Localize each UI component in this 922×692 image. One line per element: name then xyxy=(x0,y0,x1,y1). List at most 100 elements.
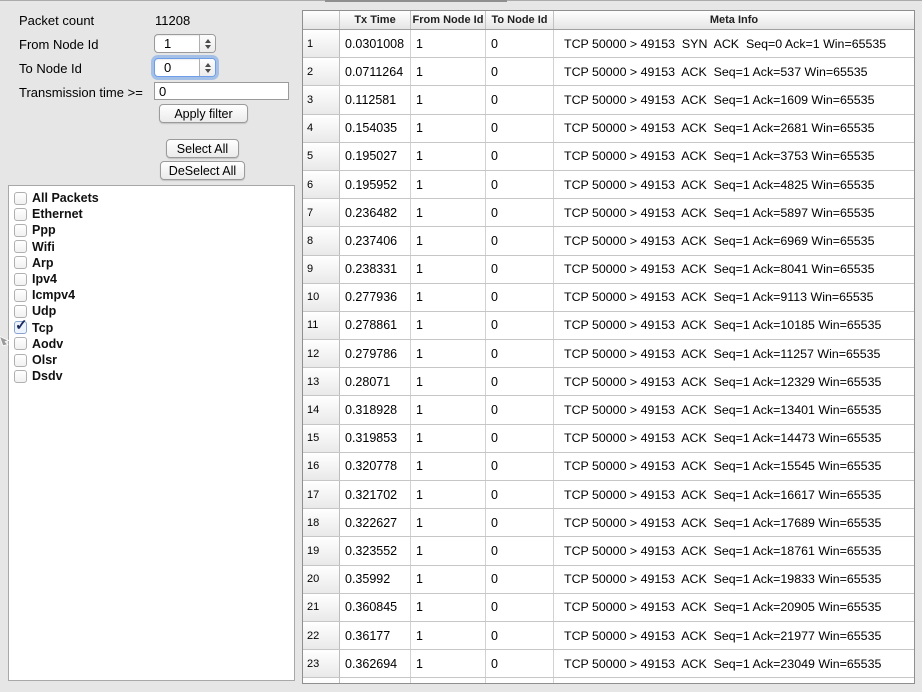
apply-filter-button[interactable]: Apply filter xyxy=(159,104,248,123)
checkbox-unchecked-icon[interactable]: ✓ xyxy=(14,208,27,221)
header-tx-time[interactable]: Tx Time xyxy=(340,11,411,29)
table-row[interactable]: 220.3617710TCP 50000 > 49153 ACK Seq=1 A… xyxy=(303,622,914,650)
filter-item-aodv[interactable]: ✓Aodv xyxy=(14,336,63,352)
meta-info-cell xyxy=(554,678,914,684)
table-row[interactable]: 100.27793610TCP 50000 > 49153 ACK Seq=1 … xyxy=(303,284,914,312)
tx-time-cell: 0.360845 xyxy=(340,594,411,621)
header-meta-info[interactable]: Meta Info xyxy=(554,11,914,29)
row-number-cell: 16 xyxy=(303,453,340,480)
filter-item-ppp[interactable]: ✓ Ppp xyxy=(14,222,56,238)
table-row[interactable]: 170.32170210TCP 50000 > 49153 ACK Seq=1 … xyxy=(303,481,914,509)
to-node-cell xyxy=(486,678,554,684)
checkbox-unchecked-icon[interactable]: ✓ xyxy=(14,337,27,350)
table-row[interactable]: 70.23648210TCP 50000 > 49153 ACK Seq=1 A… xyxy=(303,199,914,227)
checkbox-unchecked-icon[interactable]: ✓ xyxy=(14,273,27,286)
table-row[interactable]: 160.32077810TCP 50000 > 49153 ACK Seq=1 … xyxy=(303,453,914,481)
tx-time-cell: 0.238331 xyxy=(340,256,411,283)
table-row[interactable]: 10.030100810TCP 50000 > 49153 SYN ACK Se… xyxy=(303,30,914,58)
checkbox-unchecked-icon[interactable]: ✓ xyxy=(14,354,27,367)
checkbox-unchecked-icon[interactable]: ✓ xyxy=(14,192,27,205)
header-to-node[interactable]: To Node Id xyxy=(486,11,554,29)
to-node-cell: 0 xyxy=(486,368,554,395)
meta-info-cell: TCP 50000 > 49153 ACK Seq=1 Ack=17689 Wi… xyxy=(554,509,914,536)
to-node-cell: 0 xyxy=(486,537,554,564)
checkbox-unchecked-icon[interactable]: ✓ xyxy=(14,370,27,383)
filter-item-ipv4[interactable]: ✓Ipv4 xyxy=(14,271,57,287)
filter-item-label: Ppp xyxy=(32,223,56,237)
stepper-arrows-icon[interactable] xyxy=(199,35,215,52)
from-node-spinner[interactable]: 1 xyxy=(154,34,216,53)
table-row-partial[interactable] xyxy=(303,678,914,684)
table-row[interactable]: 130.2807110TCP 50000 > 49153 ACK Seq=1 A… xyxy=(303,368,914,396)
table-row[interactable]: 50.19502710TCP 50000 > 49153 ACK Seq=1 A… xyxy=(303,143,914,171)
from-node-cell: 1 xyxy=(411,481,486,508)
to-node-spinner[interactable]: 0 xyxy=(154,58,216,77)
from-node-cell: 1 xyxy=(411,537,486,564)
tx-time-cell: 0.237406 xyxy=(340,227,411,254)
filter-item-tcp[interactable]: ✓Tcp xyxy=(14,320,53,336)
filter-item-all-packets[interactable]: ✓All Packets xyxy=(14,190,99,206)
table-row[interactable]: 20.071126410TCP 50000 > 49153 ACK Seq=1 … xyxy=(303,58,914,86)
packet-count-value: 11208 xyxy=(155,13,190,28)
to-node-cell: 0 xyxy=(486,453,554,480)
header-row-number[interactable] xyxy=(303,11,340,29)
meta-info-cell: TCP 50000 > 49153 ACK Seq=1 Ack=10185 Wi… xyxy=(554,312,914,339)
filter-panel: Packet count 11208 From Node Id 1 To Nod… xyxy=(0,0,296,692)
to-node-cell: 0 xyxy=(486,594,554,621)
deselect-all-button[interactable]: DeSelect All xyxy=(160,161,245,180)
table-row[interactable]: 210.36084510TCP 50000 > 49153 ACK Seq=1 … xyxy=(303,594,914,622)
checkbox-unchecked-icon[interactable]: ✓ xyxy=(14,256,27,269)
tx-time-input[interactable] xyxy=(154,82,289,100)
to-node-cell: 0 xyxy=(486,340,554,367)
row-number-cell: 18 xyxy=(303,509,340,536)
table-row[interactable]: 60.19595210TCP 50000 > 49153 ACK Seq=1 A… xyxy=(303,171,914,199)
header-from-node[interactable]: From Node Id xyxy=(411,11,486,29)
tx-time-cell: 0.323552 xyxy=(340,537,411,564)
meta-info-cell: TCP 50000 > 49153 ACK Seq=1 Ack=537 Win=… xyxy=(554,58,914,85)
table-row[interactable]: 90.23833110TCP 50000 > 49153 ACK Seq=1 A… xyxy=(303,256,914,284)
table-row[interactable]: 180.32262710TCP 50000 > 49153 ACK Seq=1 … xyxy=(303,509,914,537)
tx-time-cell: 0.154035 xyxy=(340,115,411,142)
to-node-cell: 0 xyxy=(486,312,554,339)
from-node-cell: 1 xyxy=(411,58,486,85)
table-row[interactable]: 230.36269410TCP 50000 > 49153 ACK Seq=1 … xyxy=(303,650,914,678)
filter-item-label: Arp xyxy=(32,256,54,270)
checkbox-checked-icon[interactable]: ✓ xyxy=(14,321,27,334)
meta-info-cell: TCP 50000 > 49153 ACK Seq=1 Ack=23049 Wi… xyxy=(554,650,914,677)
from-node-cell: 1 xyxy=(411,340,486,367)
meta-info-cell: TCP 50000 > 49153 ACK Seq=1 Ack=3753 Win… xyxy=(554,143,914,170)
filter-item-wifi[interactable]: ✓Wifi xyxy=(14,239,55,255)
filter-item-dsdv[interactable]: ✓Dsdv xyxy=(14,368,63,384)
from-node-cell: 1 xyxy=(411,171,486,198)
from-node-cell: 1 xyxy=(411,256,486,283)
table-row[interactable]: 190.32355210TCP 50000 > 49153 ACK Seq=1 … xyxy=(303,537,914,565)
filter-item-icmpv4[interactable]: ✓Icmpv4 xyxy=(14,287,75,303)
to-node-cell: 0 xyxy=(486,396,554,423)
table-row[interactable]: 110.27886110TCP 50000 > 49153 ACK Seq=1 … xyxy=(303,312,914,340)
row-number-cell: 6 xyxy=(303,171,340,198)
to-node-cell: 0 xyxy=(486,509,554,536)
table-row[interactable]: 80.23740610TCP 50000 > 49153 ACK Seq=1 A… xyxy=(303,227,914,255)
filter-item-olsr[interactable]: ✓Olsr xyxy=(14,352,57,368)
table-row[interactable]: 140.31892810TCP 50000 > 49153 ACK Seq=1 … xyxy=(303,396,914,424)
table-row[interactable]: 40.15403510TCP 50000 > 49153 ACK Seq=1 A… xyxy=(303,115,914,143)
meta-info-cell: TCP 50000 > 49153 ACK Seq=1 Ack=19833 Wi… xyxy=(554,566,914,593)
tx-time-cell: 0.35992 xyxy=(340,566,411,593)
filter-item-arp[interactable]: ✓ Arp xyxy=(14,255,54,271)
tx-time-cell: 0.236482 xyxy=(340,199,411,226)
row-number-cell xyxy=(303,678,340,684)
tx-time-cell: 0.195952 xyxy=(340,171,411,198)
table-row[interactable]: 120.27978610TCP 50000 > 49153 ACK Seq=1 … xyxy=(303,340,914,368)
table-row[interactable]: 150.31985310TCP 50000 > 49153 ACK Seq=1 … xyxy=(303,425,914,453)
checkbox-unchecked-icon[interactable]: ✓ xyxy=(14,224,27,237)
from-node-cell: 1 xyxy=(411,143,486,170)
filter-item-ethernet[interactable]: ✓Ethernet xyxy=(14,206,83,222)
select-all-button[interactable]: Select All xyxy=(166,139,239,158)
checkbox-unchecked-icon[interactable]: ✓ xyxy=(14,240,27,253)
from-node-cell: 1 xyxy=(411,396,486,423)
checkbox-unchecked-icon[interactable]: ✓ xyxy=(14,289,27,302)
table-row[interactable]: 30.11258110TCP 50000 > 49153 ACK Seq=1 A… xyxy=(303,86,914,114)
stepper-arrows-icon[interactable] xyxy=(199,59,215,76)
table-row[interactable]: 200.3599210TCP 50000 > 49153 ACK Seq=1 A… xyxy=(303,566,914,594)
mouse-cursor-icon xyxy=(0,334,10,346)
